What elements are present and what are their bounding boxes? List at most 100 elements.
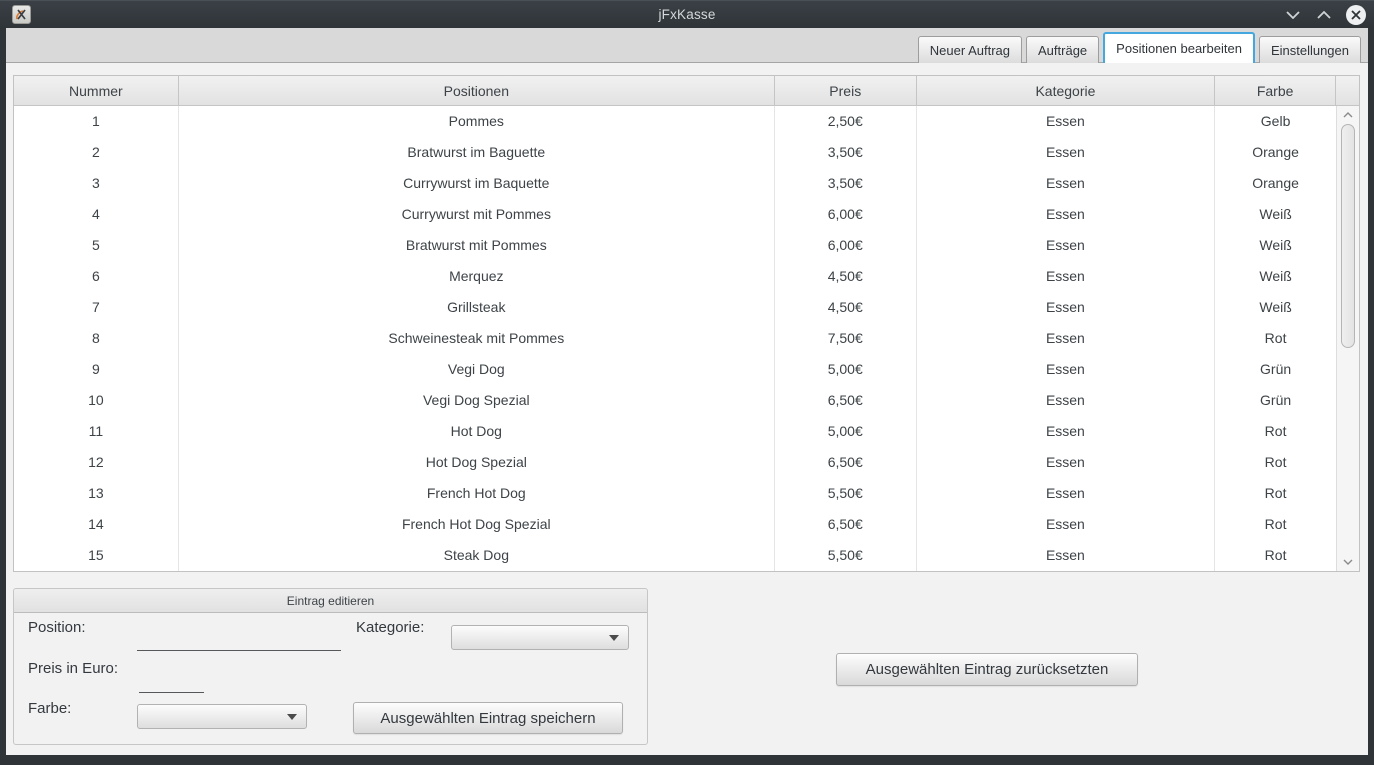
column-header-kategorie[interactable]: Kategorie xyxy=(917,76,1216,106)
table-cell: 3,50€ xyxy=(775,137,917,168)
column-header-positionen[interactable]: Positionen xyxy=(179,76,775,106)
scroll-down-icon[interactable] xyxy=(1337,555,1359,569)
table-cell: 3,50€ xyxy=(775,168,917,199)
table-row[interactable]: 1Pommes2,50€EssenGelb xyxy=(14,106,1336,137)
table-cell: 3 xyxy=(14,168,179,199)
table-cell: 4 xyxy=(14,199,179,230)
farbe-dropdown[interactable] xyxy=(137,704,307,729)
table-cell: 14 xyxy=(14,509,179,540)
save-entry-button[interactable]: Ausgewählten Eintrag speichern xyxy=(353,702,623,734)
edit-panel-title: Eintrag editieren xyxy=(14,589,647,613)
kategorie-label: Kategorie: xyxy=(356,619,424,636)
table-cell: 5,00€ xyxy=(775,416,917,447)
table-cell: 12 xyxy=(14,447,179,478)
table-cell: Hot Dog Spezial xyxy=(179,447,775,478)
table-cell: Essen xyxy=(917,261,1216,292)
table-cell: Bratwurst mit Pommes xyxy=(179,230,775,261)
tab-positionen-bearbeiten[interactable]: Positionen bearbeiten xyxy=(1103,32,1255,63)
table-cell: 13 xyxy=(14,478,179,509)
tab-neuer-auftrag[interactable]: Neuer Auftrag xyxy=(918,36,1022,63)
table-cell: Orange xyxy=(1215,137,1336,168)
table-cell: Weiß xyxy=(1215,292,1336,323)
table-row[interactable]: 15Steak Dog5,50€EssenRot xyxy=(14,540,1336,571)
table-cell: Essen xyxy=(917,292,1216,323)
table-cell: Essen xyxy=(917,478,1216,509)
table-cell: Currywurst mit Pommes xyxy=(179,199,775,230)
maximize-icon[interactable] xyxy=(1315,6,1333,24)
table-cell: Essen xyxy=(917,137,1216,168)
tab-einstellungen[interactable]: Einstellungen xyxy=(1259,36,1361,63)
table-cell: 8 xyxy=(14,323,179,354)
table-cell: Pommes xyxy=(179,106,775,137)
scrollbar-thumb[interactable] xyxy=(1341,124,1355,348)
table-cell: Essen xyxy=(917,354,1216,385)
table-cell: 6 xyxy=(14,261,179,292)
table-cell: Weiß xyxy=(1215,230,1336,261)
table-cell: 5,50€ xyxy=(775,478,917,509)
table-row[interactable]: 3Currywurst im Baquette3,50€EssenOrange xyxy=(14,168,1336,199)
preis-label: Preis in Euro: xyxy=(28,660,118,677)
table-cell: 15 xyxy=(14,540,179,571)
table-cell: Weiß xyxy=(1215,261,1336,292)
table-row[interactable]: 7Grillsteak4,50€EssenWeiß xyxy=(14,292,1336,323)
table-cell: Orange xyxy=(1215,168,1336,199)
window-controls xyxy=(1284,1,1366,29)
table-cell: Merquez xyxy=(179,261,775,292)
table-cell: 9 xyxy=(14,354,179,385)
kategorie-dropdown[interactable] xyxy=(451,625,629,650)
table-cell: Gelb xyxy=(1215,106,1336,137)
column-header-nummer[interactable]: Nummer xyxy=(14,76,179,106)
table-cell: Grün xyxy=(1215,385,1336,416)
table-row[interactable]: 2Bratwurst im Baguette3,50€EssenOrange xyxy=(14,137,1336,168)
table-row[interactable]: 9Vegi Dog5,00€EssenGrün xyxy=(14,354,1336,385)
table-cell: Essen xyxy=(917,385,1216,416)
edit-panel: Eintrag editieren Position: Kategorie: P… xyxy=(13,588,648,745)
position-input[interactable] xyxy=(137,631,341,651)
table-cell: 7,50€ xyxy=(775,323,917,354)
table-cell: 6,00€ xyxy=(775,199,917,230)
column-header-preis[interactable]: Preis xyxy=(775,76,917,106)
table-cell: Essen xyxy=(917,509,1216,540)
table-row[interactable]: 10Vegi Dog Spezial6,50€EssenGrün xyxy=(14,385,1336,416)
table-cell: 2 xyxy=(14,137,179,168)
column-header-filler xyxy=(1336,76,1359,106)
table-cell: 6,50€ xyxy=(775,385,917,416)
table-row[interactable]: 6Merquez4,50€EssenWeiß xyxy=(14,261,1336,292)
table-cell: Vegi Dog Spezial xyxy=(179,385,775,416)
table-cell: Rot xyxy=(1215,478,1336,509)
table-cell: Rot xyxy=(1215,447,1336,478)
table-cell: 11 xyxy=(14,416,179,447)
table-row[interactable]: 13French Hot Dog5,50€EssenRot xyxy=(14,478,1336,509)
table-row[interactable]: 12Hot Dog Spezial6,50€EssenRot xyxy=(14,447,1336,478)
close-icon[interactable] xyxy=(1346,5,1366,25)
table-row[interactable]: 8Schweinesteak mit Pommes7,50€EssenRot xyxy=(14,323,1336,354)
dropdown-arrow-icon xyxy=(609,635,619,641)
table-cell: Essen xyxy=(917,230,1216,261)
table-cell: Rot xyxy=(1215,509,1336,540)
table-cell: Rot xyxy=(1215,540,1336,571)
scroll-up-icon[interactable] xyxy=(1337,108,1359,122)
tab-auftr-ge[interactable]: Aufträge xyxy=(1026,36,1099,63)
window-content: Neuer AuftragAufträgePositionen bearbeit… xyxy=(6,28,1368,755)
table-row[interactable]: 11Hot Dog5,00€EssenRot xyxy=(14,416,1336,447)
table-row[interactable]: 5Bratwurst mit Pommes6,00€EssenWeiß xyxy=(14,230,1336,261)
table-cell: Essen xyxy=(917,199,1216,230)
table-scrollbar[interactable] xyxy=(1336,106,1359,571)
dropdown-arrow-icon xyxy=(287,714,297,720)
farbe-label: Farbe: xyxy=(28,700,71,717)
table-cell: 4,50€ xyxy=(775,261,917,292)
table-cell: Schweinesteak mit Pommes xyxy=(179,323,775,354)
table-cell: Essen xyxy=(917,447,1216,478)
table-row[interactable]: 4Currywurst mit Pommes6,00€EssenWeiß xyxy=(14,199,1336,230)
preis-input[interactable] xyxy=(139,673,204,693)
table-cell: Vegi Dog xyxy=(179,354,775,385)
column-header-farbe[interactable]: Farbe xyxy=(1215,76,1336,106)
reset-entry-button[interactable]: Ausgewählten Eintrag zurücksetzten xyxy=(836,653,1138,686)
minimize-icon[interactable] xyxy=(1284,6,1302,24)
table-cell: 5 xyxy=(14,230,179,261)
table-row[interactable]: 14French Hot Dog Spezial6,50€EssenRot xyxy=(14,509,1336,540)
titlebar[interactable]: jFxKasse xyxy=(0,0,1374,28)
table-cell: Essen xyxy=(917,416,1216,447)
table-cell: Weiß xyxy=(1215,199,1336,230)
table-cell: Rot xyxy=(1215,323,1336,354)
